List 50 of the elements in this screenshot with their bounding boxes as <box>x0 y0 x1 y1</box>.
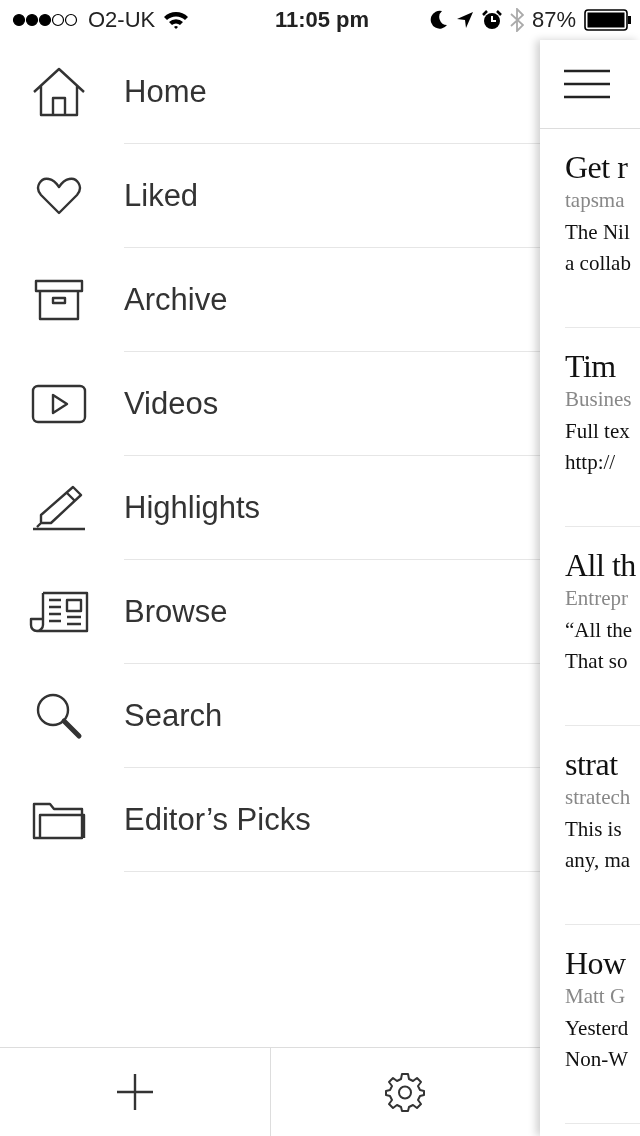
play-icon <box>31 384 87 424</box>
menu-item[interactable]: Highlights <box>124 489 261 526</box>
newspaper-icon <box>29 591 89 633</box>
battery-icon <box>584 9 632 31</box>
article-title[interactable]: How <box>565 943 626 983</box>
article-title[interactable]: Tim <box>565 346 616 386</box>
menu-item[interactable]: Search <box>124 697 223 734</box>
article-snippet: That so <box>565 648 628 675</box>
signal-icon <box>12 13 80 27</box>
menu-item[interactable]: Archive <box>124 281 228 318</box>
article-snippet: “All the <box>565 617 633 644</box>
menu-item[interactable]: Liked <box>124 177 199 214</box>
article-source: Matt G <box>565 983 626 1009</box>
article-source: Busines <box>565 386 632 412</box>
battery-percent: 87% <box>531 7 576 33</box>
article-snippet: http:// <box>565 449 616 476</box>
search-icon <box>35 692 83 740</box>
heart-icon <box>36 176 82 216</box>
article-title[interactable]: Get r <box>565 147 628 187</box>
article-snippet: Non-W <box>565 1046 628 1073</box>
bluetooth-icon <box>509 8 524 32</box>
menu-item[interactable]: Browse <box>124 593 228 630</box>
menu-item[interactable]: Editor’s Picks <box>124 801 311 838</box>
article-snippet: any, ma <box>565 847 631 874</box>
alarm-clock-icon <box>481 10 502 30</box>
article-title[interactable]: strat <box>565 744 618 784</box>
wifi-icon <box>163 11 190 29</box>
article-snippet: a collab <box>565 250 631 277</box>
article-source: tapsma <box>565 187 625 213</box>
menu-button[interactable] <box>564 69 610 99</box>
moon-icon <box>429 10 448 30</box>
article-snippet: This is <box>565 816 622 843</box>
carrier-name: O2-UK <box>88 7 156 33</box>
pen-icon <box>31 485 87 531</box>
menu-item[interactable]: Home <box>124 73 207 110</box>
location-arrow-icon <box>455 11 474 29</box>
article-source: Entrepr <box>565 585 628 611</box>
article-snippet: The Nil <box>565 219 630 246</box>
plus-icon <box>115 1073 154 1111</box>
clock-time: 11:05 pm <box>274 7 370 33</box>
article-snippet: Yesterd <box>565 1015 629 1042</box>
folder-icon <box>32 800 86 840</box>
article-title[interactable]: All th <box>565 545 636 585</box>
menu-item[interactable]: Videos <box>124 385 219 422</box>
article-source: stratech <box>565 784 631 810</box>
article-snippet: Full tex <box>565 418 630 445</box>
home-icon <box>31 66 87 118</box>
archive-box-icon <box>34 279 84 321</box>
menu-icon <box>564 69 610 99</box>
settings-icon <box>385 1072 426 1112</box>
